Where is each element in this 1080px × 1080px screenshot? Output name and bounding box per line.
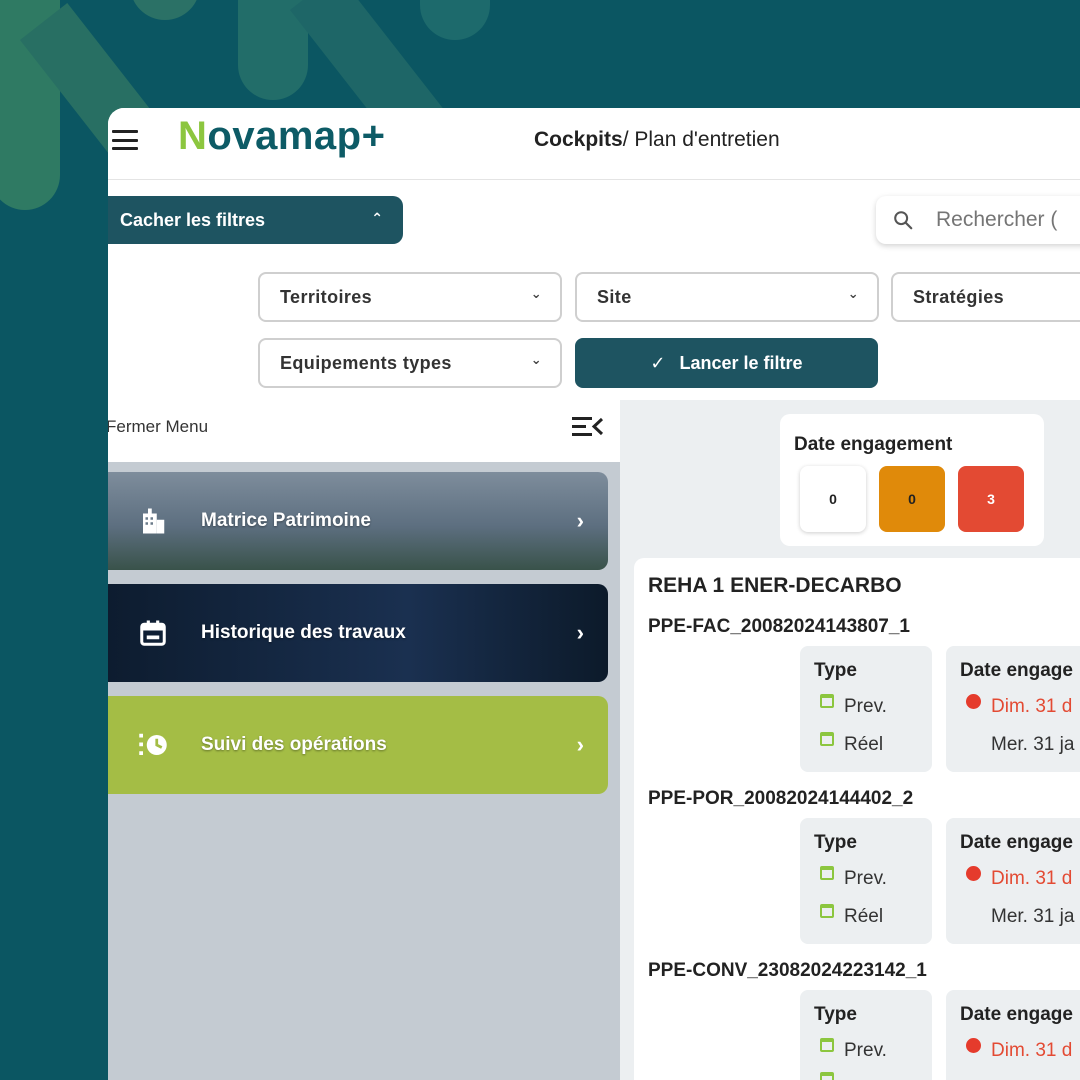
prev-label: Prev. <box>844 696 887 717</box>
reel-date: Mer. 31 ja <box>991 734 1075 755</box>
chevron-right-icon: › <box>576 620 584 645</box>
date-card: Date engage Dim. 31 d Mer. 31 ja <box>946 818 1080 944</box>
date-engagement-summary: Date engagement 0 0 3 <box>780 414 1044 546</box>
calendar-icon <box>820 1072 834 1080</box>
menu-item-matrice-patrimoine[interactable]: Matrice Patrimoine › <box>108 472 608 570</box>
menu-item-suivi-operations[interactable]: Suivi des opérations › <box>108 696 608 794</box>
calendar-icon <box>140 620 166 646</box>
menu-item-label: Matrice Patrimoine <box>201 510 371 531</box>
territoires-select[interactable]: Territoires ⌄ <box>258 272 562 322</box>
calendar-icon <box>820 866 834 880</box>
group-title: REHA 1 ENER-DECARBO <box>648 574 902 597</box>
close-menu-label[interactable]: Fermer Menu <box>108 417 208 437</box>
operation-id[interactable]: PPE-POR_20082024144402_2 <box>648 788 913 810</box>
reel-label: Réel <box>844 906 884 927</box>
type-header: Type <box>814 832 857 853</box>
status-dot-icon <box>966 1037 981 1053</box>
type-card: Type Prev. <box>800 990 932 1080</box>
count-badge-orange[interactable]: 0 <box>879 466 945 532</box>
chevron-right-icon: › <box>576 732 584 757</box>
menu-collapse-icon[interactable] <box>572 414 604 440</box>
type-card: Type Prev. Réel <box>800 818 932 944</box>
date-card: Date engage Dim. 31 d <box>946 990 1080 1080</box>
chevron-down-icon: ⌄ <box>847 286 859 301</box>
run-filter-button[interactable]: ✓ Lancer le filtre <box>575 338 878 388</box>
building-icon <box>143 508 165 534</box>
status-dot-icon <box>966 865 981 881</box>
date-header: Date engage <box>960 832 1073 853</box>
date-header: Date engage <box>960 660 1073 681</box>
prev-date: Dim. 31 d <box>991 696 1073 717</box>
main-content: Date engagement 0 0 3 REHA 1 ENER-DECARB… <box>620 400 1080 1080</box>
calendar-icon <box>820 904 834 918</box>
operations-list: REHA 1 ENER-DECARBO PPE-FAC_200820241438… <box>634 558 1080 1080</box>
search-icon <box>894 211 913 230</box>
menu-item-historique-travaux[interactable]: Historique des travaux › <box>108 584 608 682</box>
chevron-down-icon: ⌄ <box>530 286 542 301</box>
clock-progress-icon <box>139 733 167 755</box>
date-card: Date engage Dim. 31 d Mer. 31 ja <box>946 646 1080 772</box>
operation-id[interactable]: PPE-CONV_23082024223142_1 <box>648 960 927 982</box>
site-select[interactable]: Site ⌄ <box>575 272 879 322</box>
type-header: Type <box>814 660 857 681</box>
check-icon: ✓ <box>650 352 666 373</box>
prev-date: Dim. 31 d <box>991 1040 1073 1061</box>
prev-label: Prev. <box>844 868 887 889</box>
app-window: Novamap+ Cockpits/ Plan d'entretien Cach… <box>108 108 1080 1080</box>
chevron-down-icon: ⌄ <box>530 352 542 367</box>
calendar-icon <box>820 694 834 708</box>
date-header: Date engage <box>960 1004 1073 1025</box>
calendar-icon <box>820 1038 834 1052</box>
search-input[interactable] <box>936 208 1080 232</box>
equipements-types-select[interactable]: Equipements types ⌄ <box>258 338 562 388</box>
breadcrumb-cockpits[interactable]: Cockpits <box>534 128 623 151</box>
reel-label: Réel <box>844 734 884 755</box>
prev-label: Prev. <box>844 1040 887 1061</box>
chevron-right-icon: › <box>576 508 584 533</box>
operation-id[interactable]: PPE-FAC_20082024143807_1 <box>648 616 910 638</box>
reel-date: Mer. 31 ja <box>991 906 1075 927</box>
prev-date: Dim. 31 d <box>991 868 1073 889</box>
type-header: Type <box>814 1004 857 1025</box>
hide-filters-button[interactable]: Cacher les filtres ⌃ <box>108 196 403 244</box>
breadcrumb-current-page: Plan d'entretien <box>634 128 780 151</box>
app-header: Novamap+ Cockpits/ Plan d'entretien <box>108 108 1080 180</box>
count-badge-white[interactable]: 0 <box>800 466 866 532</box>
status-dot-icon <box>966 693 981 709</box>
breadcrumb: Cockpits/ Plan d'entretien <box>534 128 780 151</box>
novamap-logo[interactable]: Novamap+ <box>178 114 385 159</box>
chevron-up-icon: ⌃ <box>371 210 383 226</box>
menu-item-label: Historique des travaux <box>201 622 406 643</box>
calendar-icon <box>820 732 834 746</box>
search-box[interactable] <box>876 196 1080 244</box>
side-menu: Fermer Menu Matrice Patrimoine › Histori… <box>108 400 620 1080</box>
menu-item-label: Suivi des opérations <box>201 734 387 755</box>
strategies-select[interactable]: Stratégies <box>891 272 1080 322</box>
count-badge-red[interactable]: 3 <box>958 466 1024 532</box>
type-card: Type Prev. Réel <box>800 646 932 772</box>
side-menu-header: Fermer Menu <box>108 400 620 462</box>
date-engagement-title: Date engagement <box>794 434 953 455</box>
hamburger-icon[interactable] <box>112 128 138 152</box>
